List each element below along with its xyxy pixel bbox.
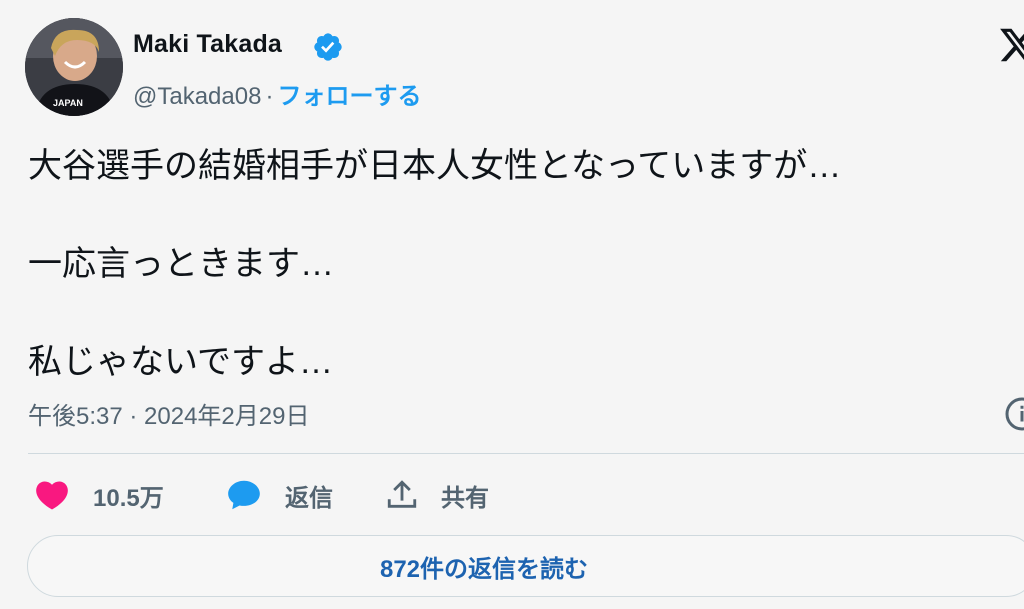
like-count: 10.5万	[93, 484, 164, 512]
tweet-card: JAPAN Maki Takada @Takada08 · フォローする 大谷選手の…	[0, 0, 1024, 609]
handle[interactable]: @Takada08	[133, 83, 261, 110]
share-button[interactable]: 共有	[385, 472, 489, 518]
action-bar: 10.5万 返信 共有	[0, 472, 1024, 520]
read-replies-button[interactable]: 872件の返信を読む	[27, 535, 1024, 597]
divider	[28, 453, 1024, 454]
tweet-line-3: 私じゃないですよ…	[28, 343, 333, 381]
share-icon	[387, 480, 417, 508]
timestamp[interactable]: 午後5:37 · 2024年2月29日	[28, 396, 309, 431]
x-logo-icon[interactable]	[998, 25, 1024, 65]
avatar-image: JAPAN	[25, 18, 123, 116]
tweet-line-2: 一応言っときます…	[28, 245, 334, 283]
display-name[interactable]: Maki Takada	[133, 30, 282, 59]
info-icon[interactable]	[1004, 396, 1024, 432]
heart-icon	[36, 481, 68, 510]
tweet-line-1: 大谷選手の結婚相手が日本人女性となっていますが…	[28, 147, 842, 185]
handle-row: @Takada08 · フォローする	[133, 76, 421, 111]
reply-button[interactable]: 返信	[225, 472, 333, 518]
like-button[interactable]: 10.5万	[33, 472, 164, 518]
jersey-text: JAPAN	[53, 98, 83, 108]
read-replies-label: 872件の返信を読む	[379, 555, 589, 583]
follow-button[interactable]: フォローする	[277, 83, 421, 110]
separator-dot: ·	[265, 83, 274, 110]
reply-label: 返信	[285, 484, 333, 512]
reply-icon	[228, 480, 260, 510]
tweet-text: 大谷選手の結婚相手が日本人女性となっていますが… 一応言っときます… 私じゃない…	[28, 142, 841, 386]
verified-badge-icon	[314, 33, 342, 61]
share-label: 共有	[441, 484, 489, 512]
avatar[interactable]: JAPAN	[25, 18, 123, 116]
